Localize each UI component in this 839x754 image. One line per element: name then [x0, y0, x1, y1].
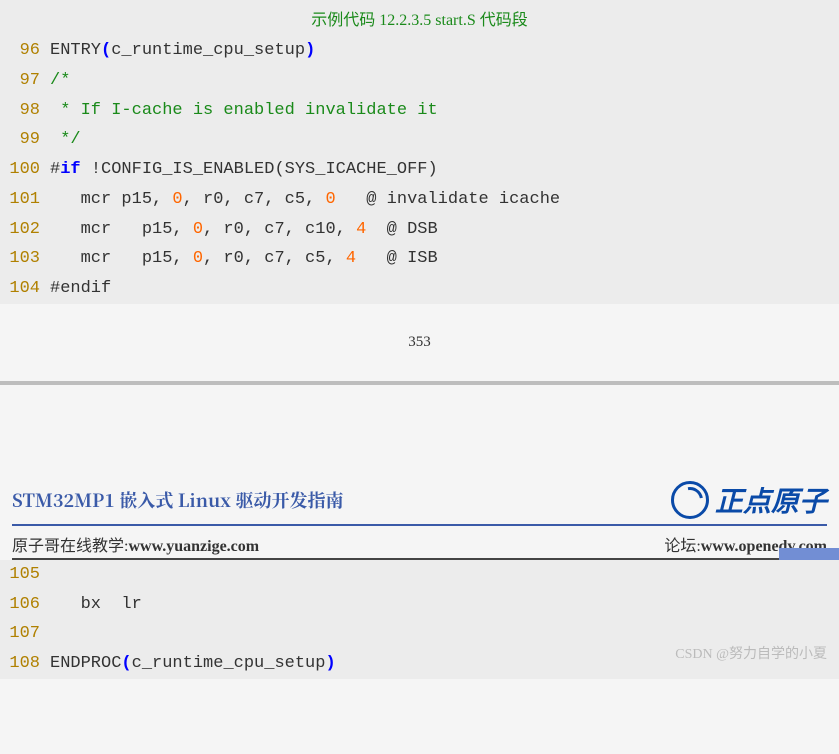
code-content: #if !CONFIG_IS_ENABLED(SYS_ICACHE_OFF) [50, 155, 438, 185]
link-left: 原子哥在线教学:www.yuanzige.com [12, 532, 259, 556]
code-content: ENDPROC(c_runtime_cpu_setup) [50, 649, 336, 679]
code-line: 104 #endif [0, 274, 839, 304]
code-content: mcr p15, 0, r0, c7, c5, 4 @ ISB [50, 244, 448, 274]
line-number: 107 [8, 619, 40, 649]
code-content: mcr p15, 0, r0, c7, c5, 0 @ invalidate i… [50, 185, 570, 215]
code-line: 101 mcr p15, 0, r0, c7, c5, 0 @ invalida… [0, 185, 839, 215]
code-content: * If I-cache is enabled invalidate it [50, 96, 438, 126]
line-number: 106 [8, 590, 40, 620]
line-number: 104 [8, 274, 40, 304]
code-line: 102 mcr p15, 0, r0, c7, c10, 4 @ DSB [0, 215, 839, 245]
decoration-box [779, 548, 839, 560]
code-content: */ [50, 125, 81, 155]
line-number: 102 [8, 215, 40, 245]
code-block-bottom: 105 106 bx lr 107 108 ENDPROC(c_runtime_c… [0, 560, 839, 679]
code-line: 105 [0, 560, 839, 590]
code-content: mcr p15, 0, r0, c7, c10, 4 @ DSB [50, 215, 448, 245]
code-line: 98 * If I-cache is enabled invalidate it [0, 96, 839, 126]
code-content: #endif [50, 274, 111, 304]
doc-title: STM32MP1 嵌入式 Linux 驱动开发指南 [12, 487, 343, 513]
line-number: 105 [8, 560, 40, 590]
page-number: 353 [0, 304, 839, 381]
code-block-top: 示例代码 12.2.3.5 start.S 代码段 96 ENTRY(c_runt… [0, 0, 839, 304]
code-content: bx lr [50, 590, 152, 620]
links-row: 原子哥在线教学:www.yuanzige.com 论坛:www.openedv.… [12, 526, 827, 560]
code-line: 99 */ [0, 125, 839, 155]
code-content [50, 619, 60, 649]
code-line: 103 mcr p15, 0, r0, c7, c5, 4 @ ISB [0, 244, 839, 274]
line-number: 101 [8, 185, 40, 215]
code-line: 96 ENTRY(c_runtime_cpu_setup) [0, 36, 839, 66]
title-row: STM32MP1 嵌入式 Linux 驱动开发指南 正点原子 [12, 480, 827, 526]
code-line: 97 /* [0, 66, 839, 96]
code-line: 100 #if !CONFIG_IS_ENABLED(SYS_ICACHE_OFF… [0, 155, 839, 185]
brand-name: 正点原子 [715, 480, 827, 520]
link-left-url: www.yuanzige.com [128, 538, 259, 555]
link-left-label: 原子哥在线教学: [12, 538, 128, 555]
link-right-label: 论坛: [664, 538, 700, 555]
code-line: 106 bx lr [0, 590, 839, 620]
line-number: 100 [8, 155, 40, 185]
line-number: 96 [8, 36, 40, 66]
line-number: 97 [8, 66, 40, 96]
code-content: ENTRY(c_runtime_cpu_setup) [50, 36, 315, 66]
line-number: 99 [8, 125, 40, 155]
code-listing-1: 96ENTRY(c_runtime_cpu_setup)97/*98 * If … [0, 36, 839, 304]
brand-logo-icon [671, 481, 709, 519]
line-number: 108 [8, 649, 40, 679]
brand-logo: 正点原子 [671, 480, 827, 520]
code-content [50, 560, 60, 590]
watermark: CSDN @努力自学的小夏 [675, 643, 827, 663]
page-header: STM32MP1 嵌入式 Linux 驱动开发指南 正点原子 原子哥在线教学:w… [0, 385, 839, 560]
code-caption: 示例代码 12.2.3.5 start.S 代码段 [0, 0, 839, 36]
line-number: 98 [8, 96, 40, 126]
code-content: /* [50, 66, 70, 96]
line-number: 103 [8, 244, 40, 274]
